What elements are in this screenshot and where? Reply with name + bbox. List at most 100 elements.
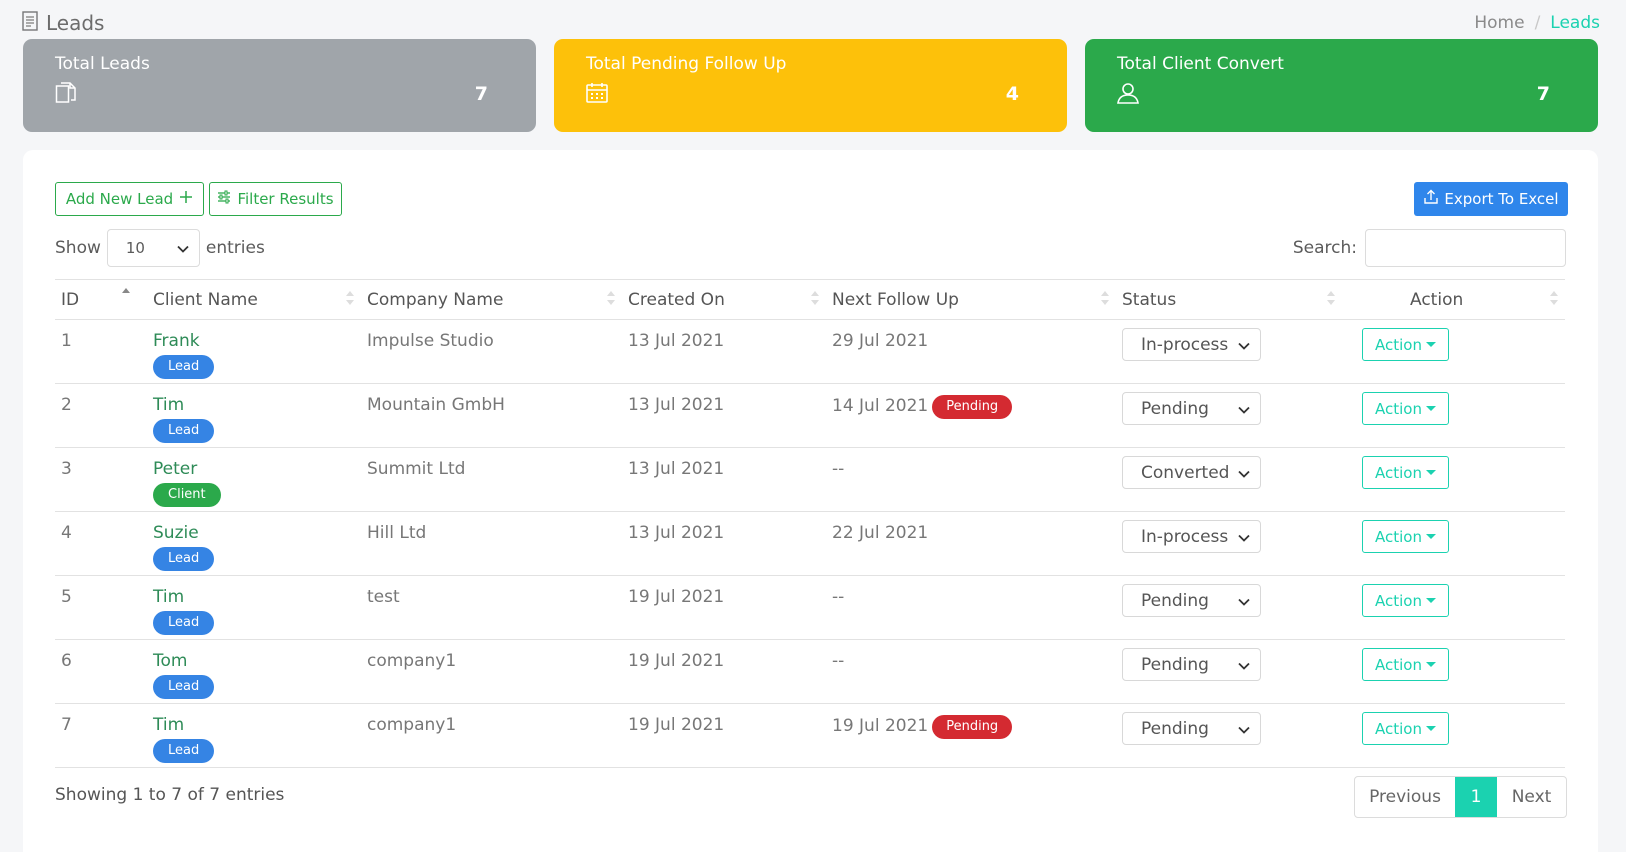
column-header-next-follow-up[interactable]: Next Follow Up xyxy=(826,279,1116,320)
show-label: Show xyxy=(55,238,101,258)
document-icon xyxy=(22,10,38,36)
column-header-status[interactable]: Status xyxy=(1116,279,1342,320)
status-select[interactable]: Pending xyxy=(1122,712,1261,745)
cell-action: Action xyxy=(1342,319,1565,384)
cell-company: Summit Ltd xyxy=(361,447,622,512)
table-row: 7 Tim Lead company1 19 Jul 2021 19 Jul 2… xyxy=(55,703,1565,768)
cell-created: 19 Jul 2021 xyxy=(622,703,826,768)
breadcrumb-home[interactable]: Home xyxy=(1474,13,1524,33)
next-page-button[interactable]: Next xyxy=(1497,777,1566,817)
action-dropdown-button[interactable]: Action xyxy=(1362,584,1449,617)
entries-per-page-select[interactable]: 10 xyxy=(106,229,200,267)
upload-icon xyxy=(1423,189,1439,209)
status-select[interactable]: Pending xyxy=(1122,648,1261,681)
client-type-badge: Client xyxy=(153,483,221,507)
cell-client: Peter Client xyxy=(147,447,361,512)
cell-client: Tim Lead xyxy=(147,703,361,768)
cell-follow-up: -- xyxy=(826,639,1116,704)
previous-page-button[interactable]: Previous xyxy=(1355,777,1455,817)
status-select[interactable]: In-process xyxy=(1122,328,1261,361)
plus-icon xyxy=(179,190,193,208)
column-header-company-name[interactable]: Company Name xyxy=(361,279,622,320)
status-select[interactable]: In-process xyxy=(1122,520,1261,553)
sliders-icon xyxy=(217,190,231,208)
entries-label: entries xyxy=(205,238,265,258)
company-name: company1 xyxy=(367,715,457,735)
row-id: 1 xyxy=(61,331,72,351)
next-follow-up: 14 Jul 2021 xyxy=(832,396,929,416)
client-type-badge: Lead xyxy=(153,675,215,699)
cell-follow-up: 29 Jul 2021 xyxy=(826,319,1116,384)
next-follow-up: 29 Jul 2021 xyxy=(832,331,929,351)
sort-icon xyxy=(1327,291,1335,305)
client-name-link[interactable]: Tim xyxy=(153,587,361,607)
caret-down-icon xyxy=(1425,726,1436,731)
created-on: 13 Jul 2021 xyxy=(628,459,725,479)
filter-results-button[interactable]: Filter Results xyxy=(209,182,342,216)
status-select[interactable]: Pending xyxy=(1122,584,1261,617)
client-name-link[interactable]: Frank xyxy=(153,331,361,351)
calendar-icon xyxy=(585,81,609,105)
client-name-link[interactable]: Tom xyxy=(153,651,361,671)
page-header: Leads Home / Leads xyxy=(22,8,1600,38)
next-follow-up: -- xyxy=(832,587,845,607)
table-row: 4 Suzie Lead Hill Ltd 13 Jul 2021 22 Jul… xyxy=(55,511,1565,576)
add-new-lead-button[interactable]: Add New Lead xyxy=(55,182,204,216)
table-row: 2 Tim Lead Mountain GmbH 13 Jul 2021 14 … xyxy=(55,383,1565,448)
next-follow-up: -- xyxy=(832,651,845,671)
client-name-link[interactable]: Tim xyxy=(153,395,361,415)
client-name-link[interactable]: Peter xyxy=(153,459,361,479)
action-dropdown-button[interactable]: Action xyxy=(1362,648,1449,681)
breadcrumb-current: Leads xyxy=(1550,13,1600,33)
pending-badge: Pending xyxy=(932,715,1013,739)
caret-down-icon xyxy=(1425,470,1436,475)
page-title: Leads xyxy=(22,10,104,36)
chevron-down-icon xyxy=(1238,335,1250,355)
search-input[interactable] xyxy=(1365,229,1566,267)
action-dropdown-button[interactable]: Action xyxy=(1362,456,1449,489)
cell-created: 19 Jul 2021 xyxy=(622,575,826,640)
company-name: test xyxy=(367,587,400,607)
row-id: 4 xyxy=(61,523,72,543)
cell-created: 13 Jul 2021 xyxy=(622,319,826,384)
column-header-id[interactable]: ID xyxy=(55,279,147,320)
pending-follow-up-value: 4 xyxy=(1005,83,1019,105)
action-dropdown-button[interactable]: Action xyxy=(1362,712,1449,745)
sort-ascending-icon xyxy=(122,288,130,293)
client-name-link[interactable]: Tim xyxy=(153,715,361,735)
column-header-label: ID xyxy=(61,289,80,310)
status-select[interactable]: Pending xyxy=(1122,392,1261,425)
cell-action: Action xyxy=(1342,703,1565,768)
row-id: 5 xyxy=(61,587,72,607)
cell-company: Hill Ltd xyxy=(361,511,622,576)
export-to-excel-button[interactable]: Export To Excel xyxy=(1414,182,1568,216)
column-header-label: Company Name xyxy=(367,289,504,310)
action-dropdown-button[interactable]: Action xyxy=(1362,328,1449,361)
action-dropdown-button[interactable]: Action xyxy=(1362,392,1449,425)
column-header-created-on[interactable]: Created On xyxy=(622,279,826,320)
company-name: Hill Ltd xyxy=(367,523,427,543)
column-header-action[interactable]: Action xyxy=(1342,279,1565,320)
column-header-label: Client Name xyxy=(153,289,258,310)
column-header-client-name[interactable]: Client Name xyxy=(147,279,361,320)
table-header-row: ID Client Name Company Name Created On N… xyxy=(55,279,1565,320)
cell-status: Pending xyxy=(1116,575,1342,640)
row-id: 7 xyxy=(61,715,72,735)
cell-id: 3 xyxy=(55,447,147,512)
caret-down-icon xyxy=(1425,598,1436,603)
page-1-button[interactable]: 1 xyxy=(1455,777,1497,817)
company-name: Impulse Studio xyxy=(367,331,494,351)
cell-follow-up: 19 Jul 2021 Pending xyxy=(826,703,1116,768)
next-follow-up: -- xyxy=(832,459,845,479)
table-info: Showing 1 to 7 of 7 entries xyxy=(55,785,285,805)
column-header-label: Created On xyxy=(628,289,725,310)
sort-icon xyxy=(607,291,615,305)
action-dropdown-button[interactable]: Action xyxy=(1362,520,1449,553)
caret-down-icon xyxy=(1425,662,1436,667)
status-value: Pending xyxy=(1141,590,1209,611)
user-icon xyxy=(1116,81,1140,105)
status-select[interactable]: Converted xyxy=(1122,456,1261,489)
client-name-link[interactable]: Suzie xyxy=(153,523,361,543)
row-id: 6 xyxy=(61,651,72,671)
cell-follow-up: -- xyxy=(826,447,1116,512)
